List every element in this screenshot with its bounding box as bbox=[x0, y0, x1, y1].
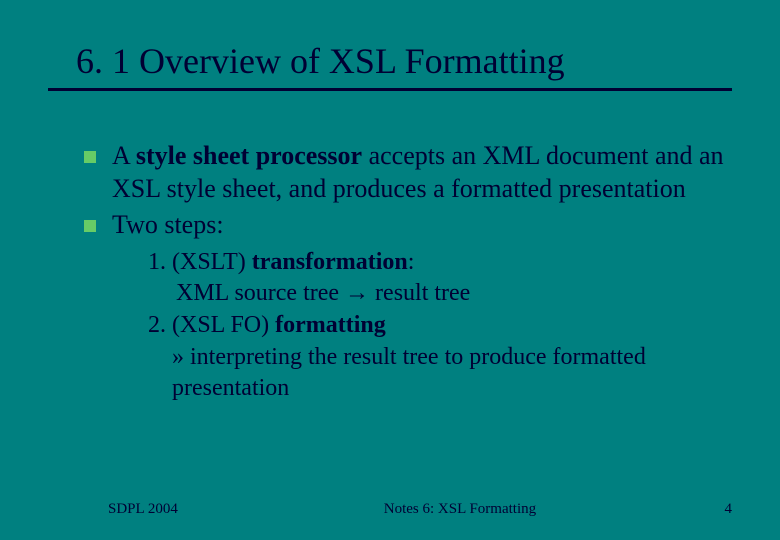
text-bold: formatting bbox=[275, 312, 386, 338]
text-run: 1. (XSLT) bbox=[148, 249, 252, 275]
text-bold: transformation bbox=[252, 249, 408, 275]
text-run: : bbox=[408, 249, 415, 275]
bullet-text: A style sheet processor accepts an XML d… bbox=[112, 139, 724, 206]
slide: 6. 1 Overview of XSL Formatting A style … bbox=[0, 0, 780, 540]
text-run: A bbox=[112, 141, 136, 170]
arrow-icon: → bbox=[345, 280, 369, 306]
slide-footer: SDPL 2004 Notes 6: XSL Formatting 4 bbox=[0, 501, 780, 518]
sub-list: 1. (XSLT) transformation: XML source tre… bbox=[84, 247, 724, 405]
footer-center: Notes 6: XSL Formatting bbox=[178, 501, 702, 518]
square-bullet-icon bbox=[84, 151, 96, 163]
bullet-item: Two steps: bbox=[84, 208, 724, 241]
slide-number: 4 bbox=[702, 501, 732, 518]
sub-item-indent: » interpreting the result tree to produc… bbox=[148, 342, 724, 405]
text-run: XML source tree bbox=[176, 280, 345, 306]
slide-title: 6. 1 Overview of XSL Formatting bbox=[76, 40, 732, 82]
text-run: 2. (XSL FO) bbox=[148, 312, 275, 338]
sub-item-indent: XML source tree → result tree bbox=[148, 278, 724, 310]
bullet-text: Two steps: bbox=[112, 208, 224, 241]
footer-left: SDPL 2004 bbox=[108, 501, 178, 518]
sub-item: 1. (XSLT) transformation: bbox=[148, 247, 724, 279]
square-bullet-icon bbox=[84, 220, 96, 232]
text-run: Two steps: bbox=[112, 210, 224, 239]
text-bold: style sheet processor bbox=[136, 141, 362, 170]
bullet-item: A style sheet processor accepts an XML d… bbox=[84, 139, 724, 206]
sub-item: 2. (XSL FO) formatting bbox=[148, 310, 724, 342]
slide-body: A style sheet processor accepts an XML d… bbox=[48, 139, 732, 405]
text-run: result tree bbox=[369, 280, 470, 306]
text-run: » interpreting the result tree to produc… bbox=[172, 344, 646, 402]
title-underline bbox=[48, 88, 732, 91]
